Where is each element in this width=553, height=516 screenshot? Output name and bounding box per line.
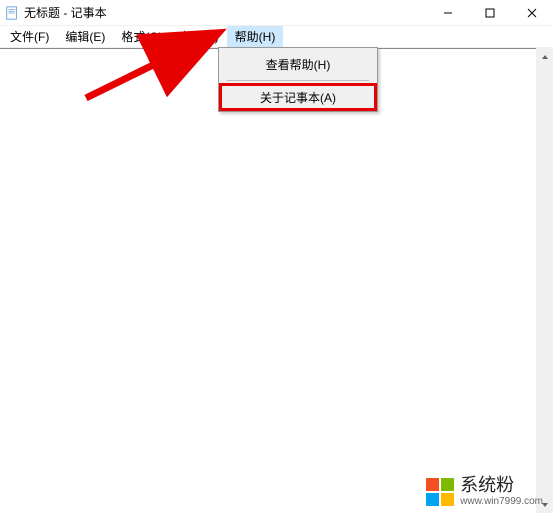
vertical-scrollbar[interactable] <box>536 48 553 513</box>
help-dropdown: 查看帮助(H) 关于记事本(A) <box>218 47 378 112</box>
close-button[interactable] <box>511 0 553 26</box>
maximize-button[interactable] <box>469 0 511 26</box>
menu-view[interactable]: 查看(V) <box>171 26 227 47</box>
notepad-window: 无标题 - 记事本 文件(F) 编辑(E) 格式(O) 查看(V) 帮助(H) <box>0 0 553 513</box>
watermark-url: www.win7999.com <box>460 496 543 507</box>
minimize-button[interactable] <box>427 0 469 26</box>
menu-item-about-notepad[interactable]: 关于记事本(A) <box>219 83 377 111</box>
scroll-up-button[interactable] <box>536 48 553 65</box>
menu-help[interactable]: 帮助(H) <box>227 26 284 47</box>
menu-separator <box>227 80 369 81</box>
watermark-text: 系统粉 <box>460 476 514 496</box>
menu-format[interactable]: 格式(O) <box>113 26 170 47</box>
titlebar: 无标题 - 记事本 <box>0 0 553 26</box>
menu-edit[interactable]: 编辑(E) <box>57 26 113 47</box>
menu-item-view-help[interactable]: 查看帮助(H) <box>221 50 375 78</box>
menu-file[interactable]: 文件(F) <box>2 26 57 47</box>
window-title: 无标题 - 记事本 <box>24 4 107 21</box>
notepad-icon <box>4 5 20 21</box>
scroll-track[interactable] <box>536 65 553 496</box>
window-controls <box>427 0 553 26</box>
menubar: 文件(F) 编辑(E) 格式(O) 查看(V) 帮助(H) <box>0 26 553 48</box>
watermark: 系统粉 www.win7999.com <box>426 476 543 507</box>
text-area-container <box>0 48 553 513</box>
microsoft-logo-icon <box>426 478 454 506</box>
text-editor[interactable] <box>0 49 553 513</box>
